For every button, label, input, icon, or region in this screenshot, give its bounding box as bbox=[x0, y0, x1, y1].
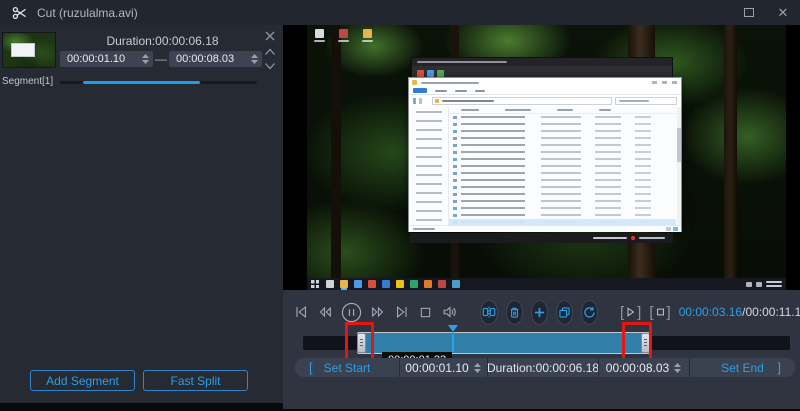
segment-thumbnail[interactable] bbox=[2, 32, 56, 68]
explorer-file-list bbox=[449, 107, 681, 225]
time-display: 00:00:03.16/00:00:11.13 bbox=[679, 305, 800, 319]
video-preview[interactable] bbox=[283, 25, 800, 290]
segment-start-spinner[interactable] bbox=[141, 53, 150, 65]
trim-end-input[interactable]: 00:00:08.03 bbox=[599, 358, 689, 377]
segment-end-value: 00:00:08.03 bbox=[176, 53, 250, 65]
desktop-icons bbox=[313, 29, 374, 42]
split-button[interactable] bbox=[480, 300, 498, 325]
move-segment-down-button[interactable] bbox=[264, 62, 276, 70]
move-segment-up-button[interactable] bbox=[264, 48, 276, 56]
taskbar-clock bbox=[766, 281, 782, 287]
playhead[interactable] bbox=[447, 325, 459, 353]
stop-button[interactable] bbox=[418, 305, 433, 320]
segment-start-value: 00:00:01.10 bbox=[67, 53, 141, 65]
video-frame bbox=[307, 25, 786, 290]
trim-end-spinner[interactable] bbox=[673, 362, 682, 374]
player-controls: [ ] [ ] 00:00:03.16/00:00:11.13 bbox=[283, 290, 800, 411]
timeline-track[interactable] bbox=[303, 336, 790, 350]
maximize-button[interactable] bbox=[732, 0, 766, 25]
segment-start-input[interactable]: 00:00:01.10 bbox=[60, 51, 153, 67]
pause-button[interactable] bbox=[341, 302, 362, 323]
cut-dialog: Cut (ruzulalma.avi) ✕ Segment[1] Duratio… bbox=[0, 0, 800, 411]
screen-recorder-bar bbox=[410, 233, 673, 243]
segment-end-spinner[interactable] bbox=[250, 53, 259, 65]
fast-forward-button[interactable] bbox=[370, 304, 386, 320]
trim-end-handle[interactable] bbox=[641, 333, 650, 353]
panel-footer-strip bbox=[0, 403, 283, 411]
add-button[interactable] bbox=[531, 300, 548, 325]
volume-button[interactable] bbox=[441, 304, 458, 320]
trim-bar: [ Set Start 00:00:01.10 Duration:00:00:0… bbox=[295, 358, 795, 377]
segment-duration-label: Duration:00:00:06.18 bbox=[65, 34, 260, 48]
titlebar: Cut (ruzulalma.avi) ✕ bbox=[0, 0, 800, 25]
current-time: 00:00:03.16 bbox=[679, 305, 742, 319]
trim-start-handle[interactable] bbox=[357, 333, 366, 353]
thumbnail-window-shape bbox=[11, 43, 35, 57]
timeline-selection[interactable] bbox=[357, 332, 650, 354]
trim-start-input[interactable]: 00:00:01.10 bbox=[400, 358, 487, 377]
explorer-nav-pane bbox=[409, 107, 449, 225]
segment-label: Segment[1] bbox=[2, 76, 53, 87]
trim-start-spinner[interactable] bbox=[473, 362, 482, 374]
segment-end-input[interactable]: 00:00:08.03 bbox=[169, 51, 262, 67]
fast-split-button[interactable]: Fast Split bbox=[143, 370, 248, 391]
desktop-taskbar bbox=[307, 278, 786, 290]
trim-end-value: 00:00:08.03 bbox=[606, 361, 669, 375]
recording-dot bbox=[631, 236, 635, 240]
playhead-icon bbox=[448, 325, 458, 332]
window-title: Cut (ruzulalma.avi) bbox=[37, 6, 138, 20]
explorer-selected-row bbox=[449, 219, 676, 226]
play-segment-button[interactable]: [ ] bbox=[620, 304, 641, 321]
trim-start-value: 00:00:01.10 bbox=[405, 361, 468, 375]
segment-range-fill bbox=[83, 81, 200, 84]
open-bracket: [ bbox=[309, 360, 313, 375]
delete-button[interactable] bbox=[506, 300, 523, 325]
close-icon: ✕ bbox=[778, 6, 789, 19]
skip-start-button[interactable] bbox=[293, 304, 309, 320]
trim-duration-label: Duration:00:00:06.18 bbox=[488, 358, 598, 377]
start-icon bbox=[311, 280, 319, 288]
maximize-icon bbox=[744, 8, 754, 17]
range-separator: — bbox=[153, 52, 169, 66]
delete-segment-button[interactable] bbox=[264, 30, 276, 42]
segment-panel: Segment[1] Duration:00:00:06.18 00:00:01… bbox=[0, 25, 283, 411]
set-end-button[interactable]: Set End bbox=[721, 361, 764, 375]
set-start-button[interactable]: Set Start bbox=[324, 361, 371, 375]
scissors-icon bbox=[12, 5, 28, 21]
background-app-window bbox=[411, 57, 673, 79]
copy-button[interactable] bbox=[556, 300, 573, 325]
file-explorer-window bbox=[408, 77, 682, 232]
explorer-taskbar-icon bbox=[340, 280, 348, 288]
close-button[interactable]: ✕ bbox=[766, 0, 800, 25]
add-segment-button[interactable]: Add Segment bbox=[30, 370, 135, 391]
close-bracket: ] bbox=[777, 360, 781, 375]
rewind-button[interactable] bbox=[317, 304, 333, 320]
stop-segment-button[interactable]: [ ] bbox=[649, 304, 670, 321]
reset-button[interactable] bbox=[581, 300, 598, 325]
explorer-nav-arrows bbox=[413, 98, 429, 104]
skip-end-button[interactable] bbox=[394, 304, 410, 320]
segment-range-bar bbox=[60, 81, 257, 84]
total-time: 00:00:11.13 bbox=[745, 305, 800, 319]
